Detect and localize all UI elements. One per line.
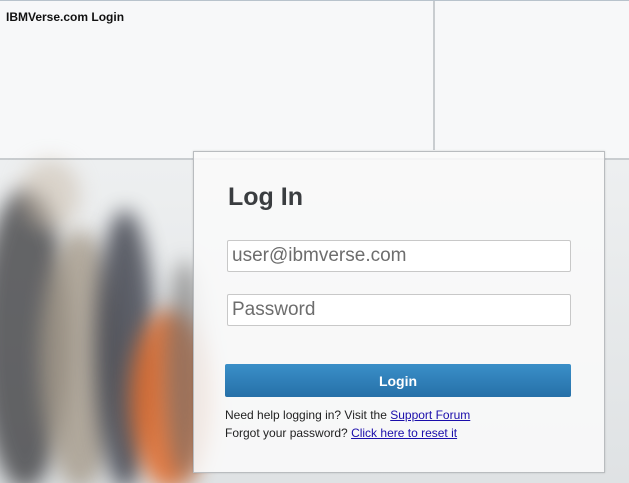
forgot-text: Forgot your password?	[225, 426, 352, 440]
background-seam	[433, 0, 435, 150]
login-button[interactable]: Login	[225, 364, 571, 397]
login-heading: Log In	[228, 183, 303, 211]
blurred-person	[20, 160, 80, 230]
login-panel: Log In Login Need help logging in? Visit…	[193, 151, 605, 473]
reset-password-link[interactable]: Click here to reset it	[351, 426, 457, 440]
support-forum-link[interactable]: Support Forum	[390, 408, 470, 422]
username-input[interactable]	[227, 240, 571, 272]
page-title: IBMVerse.com Login	[6, 10, 125, 24]
background-wall	[0, 0, 629, 160]
help-line: Need help logging in? Visit the Support …	[225, 408, 470, 422]
forgot-line: Forgot your password? Click here to rese…	[225, 426, 457, 440]
background-seam	[0, 0, 629, 1]
password-input[interactable]	[227, 294, 571, 326]
help-text: Need help logging in? Visit the	[225, 408, 391, 422]
